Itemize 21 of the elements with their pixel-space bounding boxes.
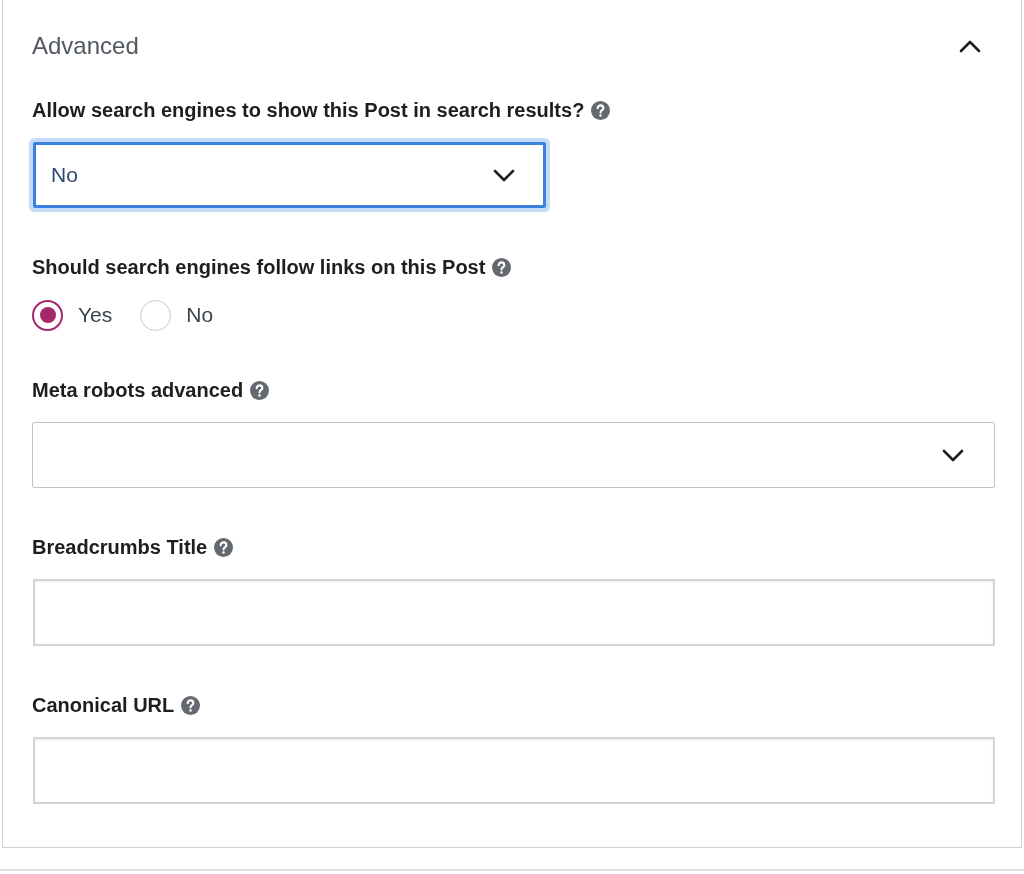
help-icon[interactable] xyxy=(181,695,201,715)
help-icon[interactable] xyxy=(214,537,234,557)
radio-label[interactable]: Yes xyxy=(78,303,113,327)
help-icon[interactable] xyxy=(250,380,270,400)
chevron-up-icon xyxy=(959,39,981,53)
input-field[interactable] xyxy=(33,737,995,804)
help-icon[interactable] xyxy=(492,257,512,277)
input-field[interactable] xyxy=(33,579,995,646)
radio-label[interactable]: No xyxy=(186,303,214,327)
select-field[interactable] xyxy=(32,422,995,488)
field-label: Should search engines follow links on this Post xyxy=(32,255,486,279)
chevron-down-icon xyxy=(493,168,515,182)
field-label: Allow search engines to show this Post in search results? xyxy=(32,98,585,122)
field-label: Canonical URL xyxy=(32,693,175,717)
field-label: Breadcrumbs Title xyxy=(32,535,208,559)
select-value: No xyxy=(51,163,78,187)
chevron-down-icon xyxy=(942,448,964,462)
section-title: Advanced xyxy=(32,32,139,60)
radio-button[interactable] xyxy=(32,299,63,331)
field-label: Meta robots advanced xyxy=(32,378,244,402)
help-icon[interactable] xyxy=(591,100,611,120)
